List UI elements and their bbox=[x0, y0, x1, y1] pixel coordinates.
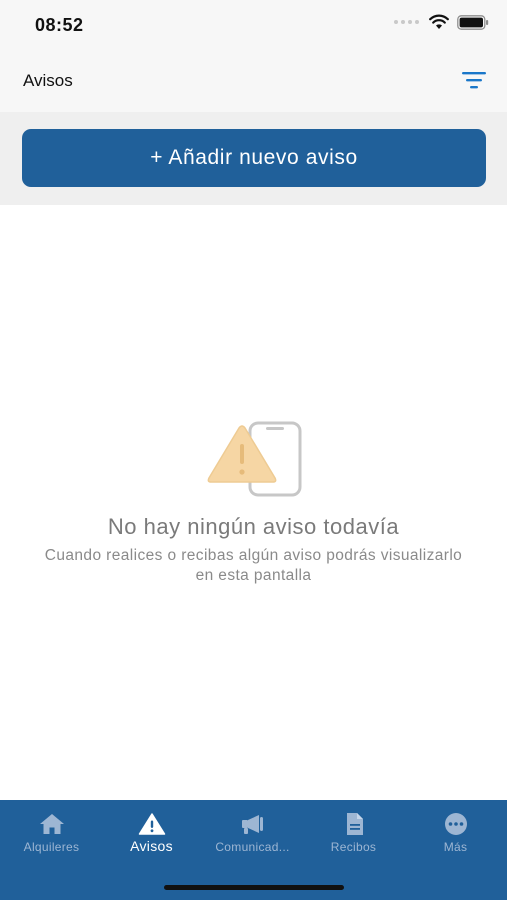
page-title: Avisos bbox=[23, 71, 73, 90]
action-area: + Añadir nuevo aviso bbox=[0, 112, 507, 205]
add-notice-button[interactable]: + Añadir nuevo aviso bbox=[22, 129, 486, 187]
tab-label: Recibos bbox=[330, 840, 377, 854]
filter-icon[interactable] bbox=[461, 69, 487, 91]
wifi-icon bbox=[429, 14, 449, 29]
tab-alquileres[interactable]: Alquileres bbox=[1, 812, 102, 862]
battery-icon bbox=[457, 14, 489, 30]
empty-state: No hay ningún aviso todavía Cuando reali… bbox=[0, 420, 507, 586]
home-icon bbox=[39, 814, 64, 834]
warning-icon bbox=[138, 813, 165, 835]
document-icon bbox=[346, 813, 363, 835]
empty-state-description: Cuando realices o recibas algún aviso po… bbox=[44, 547, 463, 584]
more-icon bbox=[444, 813, 467, 835]
tab-comunicados[interactable]: Comunicad... bbox=[202, 812, 303, 862]
empty-state-title: No hay ningún aviso todavía bbox=[107, 514, 400, 539]
tab-mas[interactable]: Más bbox=[405, 812, 506, 862]
tab-avisos[interactable]: Avisos bbox=[101, 812, 202, 862]
megaphone-icon bbox=[241, 815, 263, 834]
tab-label: Avisos bbox=[130, 838, 173, 854]
tab-recibos[interactable]: Recibos bbox=[303, 812, 404, 862]
home-indicator bbox=[164, 885, 344, 890]
tab-label: Alquileres bbox=[23, 840, 80, 854]
status-time: 08:52 bbox=[35, 15, 84, 35]
tab-label: Más bbox=[443, 840, 468, 854]
header: Avisos bbox=[0, 50, 507, 112]
status-icons bbox=[394, 14, 489, 30]
warning-phone-illustration bbox=[207, 421, 301, 497]
signal-icon bbox=[394, 20, 419, 24]
status-bar: 08:52 bbox=[0, 0, 507, 50]
tab-label: Comunicad... bbox=[215, 840, 290, 854]
